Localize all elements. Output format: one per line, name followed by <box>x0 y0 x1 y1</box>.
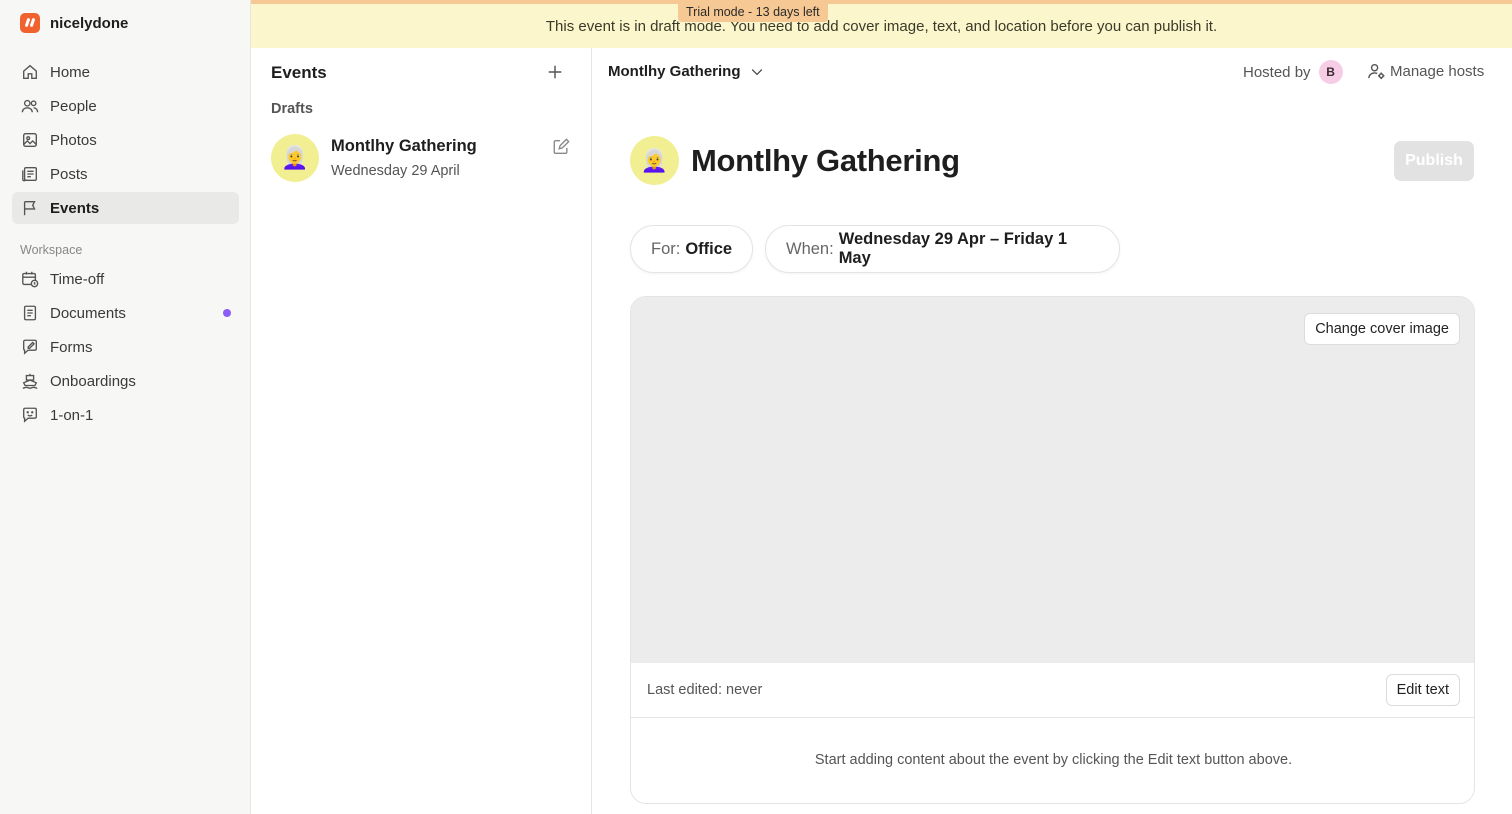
document-icon <box>21 304 39 322</box>
events-list-panel: Events Drafts 👩‍🦳 Montlhy Gathering Wedn… <box>251 48 592 814</box>
trial-badge[interactable]: Trial mode - 13 days left <box>678 2 828 22</box>
plus-icon <box>548 65 562 79</box>
for-selector[interactable]: For: Office <box>630 225 753 273</box>
sidebar-item-time-off[interactable]: Time-off <box>12 263 239 295</box>
for-label: For: <box>651 239 681 258</box>
sidebar-item-label: Documents <box>50 304 126 322</box>
empty-content-hint: Start adding content about the event by … <box>814 752 1293 768</box>
edit-bar: Last edited: never Edit text <box>631 663 1474 718</box>
boat-icon <box>21 372 39 390</box>
hosted-by: Hosted by B <box>1243 60 1343 84</box>
avatar[interactable]: B <box>1318 60 1343 84</box>
chevron-down-icon <box>751 68 762 75</box>
edit-text-button[interactable]: Edit text <box>1385 674 1460 706</box>
events-list-title: Events <box>271 63 327 82</box>
hosted-by-label: Hosted by <box>1243 63 1311 81</box>
when-selector[interactable]: When: Wednesday 29 Apr – Friday 1 May <box>765 225 1120 273</box>
change-cover-button[interactable]: Change cover image <box>1304 313 1460 345</box>
posts-icon <box>21 165 39 183</box>
sidebar-item-photos[interactable]: Photos <box>12 124 239 156</box>
last-edited-text: Last edited: never <box>647 682 763 698</box>
add-event-button[interactable] <box>545 62 565 82</box>
event-date: Wednesday 29 April <box>331 163 460 179</box>
event-selector[interactable]: Montlhy Gathering <box>608 63 765 80</box>
sidebar: nicelydone Home People Photos Posts Even… <box>0 0 251 814</box>
sidebar-item-label: Photos <box>50 131 97 149</box>
workspace-section-label: Workspace <box>20 243 83 257</box>
brand-name: nicelydone <box>50 14 129 32</box>
draft-banner: This event is in draft mode. You need to… <box>251 0 1512 48</box>
sidebar-item-events[interactable]: Events <box>12 192 239 224</box>
edit-icon[interactable] <box>552 138 570 156</box>
drafts-section-label: Drafts <box>271 101 313 117</box>
sidebar-item-label: Events <box>50 199 100 217</box>
people-icon <box>21 97 39 115</box>
event-emoji[interactable]: 👩‍🦳 <box>630 136 679 185</box>
event-avatar: 👩‍🦳 <box>271 134 319 182</box>
sidebar-item-label: Home <box>50 63 91 81</box>
sidebar-item-onboardings[interactable]: Onboardings <box>12 365 239 397</box>
manage-hosts-button[interactable]: Manage hosts <box>1367 62 1484 81</box>
event-content-card: Change cover image Last edited: never Ed… <box>630 296 1475 804</box>
sidebar-item-posts[interactable]: Posts <box>12 158 239 190</box>
cover-image-placeholder: Change cover image <box>631 297 1474 663</box>
event-name: Montlhy Gathering <box>331 137 477 155</box>
event-header: 👩‍🦳 Montlhy Gathering <box>630 136 960 185</box>
sidebar-item-home[interactable]: Home <box>12 56 239 88</box>
sidebar-item-documents[interactable]: Documents <box>12 297 239 329</box>
main-nav: Home People Photos Posts Events <box>12 56 239 226</box>
when-label: When: <box>786 239 834 258</box>
brand[interactable]: nicelydone <box>20 13 128 33</box>
sidebar-item-label: Onboardings <box>50 372 136 390</box>
sidebar-item-1-on-1[interactable]: 1-on-1 <box>12 399 239 431</box>
list-item[interactable]: 👩‍🦳 Montlhy Gathering Wednesday 29 April <box>271 134 572 184</box>
for-value: Office <box>685 239 733 258</box>
event-selector-label: Montlhy Gathering <box>608 63 741 80</box>
form-icon <box>21 338 39 356</box>
sidebar-item-label: Forms <box>50 338 93 356</box>
sidebar-item-forms[interactable]: Forms <box>12 331 239 363</box>
photo-icon <box>21 131 39 149</box>
when-value: Wednesday 29 Apr – Friday 1 May <box>838 230 1068 267</box>
chat-face-icon <box>21 406 39 424</box>
brand-logo-icon <box>20 13 40 33</box>
home-icon <box>21 63 39 81</box>
sidebar-item-people[interactable]: People <box>12 90 239 122</box>
sidebar-item-label: Time-off <box>50 270 105 288</box>
user-gear-icon <box>1368 63 1385 80</box>
page-title: Montlhy Gathering <box>691 142 960 178</box>
flag-icon <box>21 199 39 217</box>
workspace-nav: Time-off Documents Forms Onboardings 1-o… <box>12 263 239 433</box>
manage-hosts-label: Manage hosts <box>1390 63 1485 80</box>
calendar-clock-icon <box>21 270 39 288</box>
event-detail: Montlhy Gathering Hosted by B Manage hos… <box>592 48 1512 814</box>
sidebar-item-label: Posts <box>50 165 88 183</box>
publish-button[interactable]: Publish <box>1394 141 1474 181</box>
sidebar-item-label: People <box>50 97 97 115</box>
sidebar-item-label: 1-on-1 <box>50 406 94 424</box>
unread-dot <box>223 309 231 317</box>
draft-banner-message: This event is in draft mode. You need to… <box>545 17 1218 35</box>
